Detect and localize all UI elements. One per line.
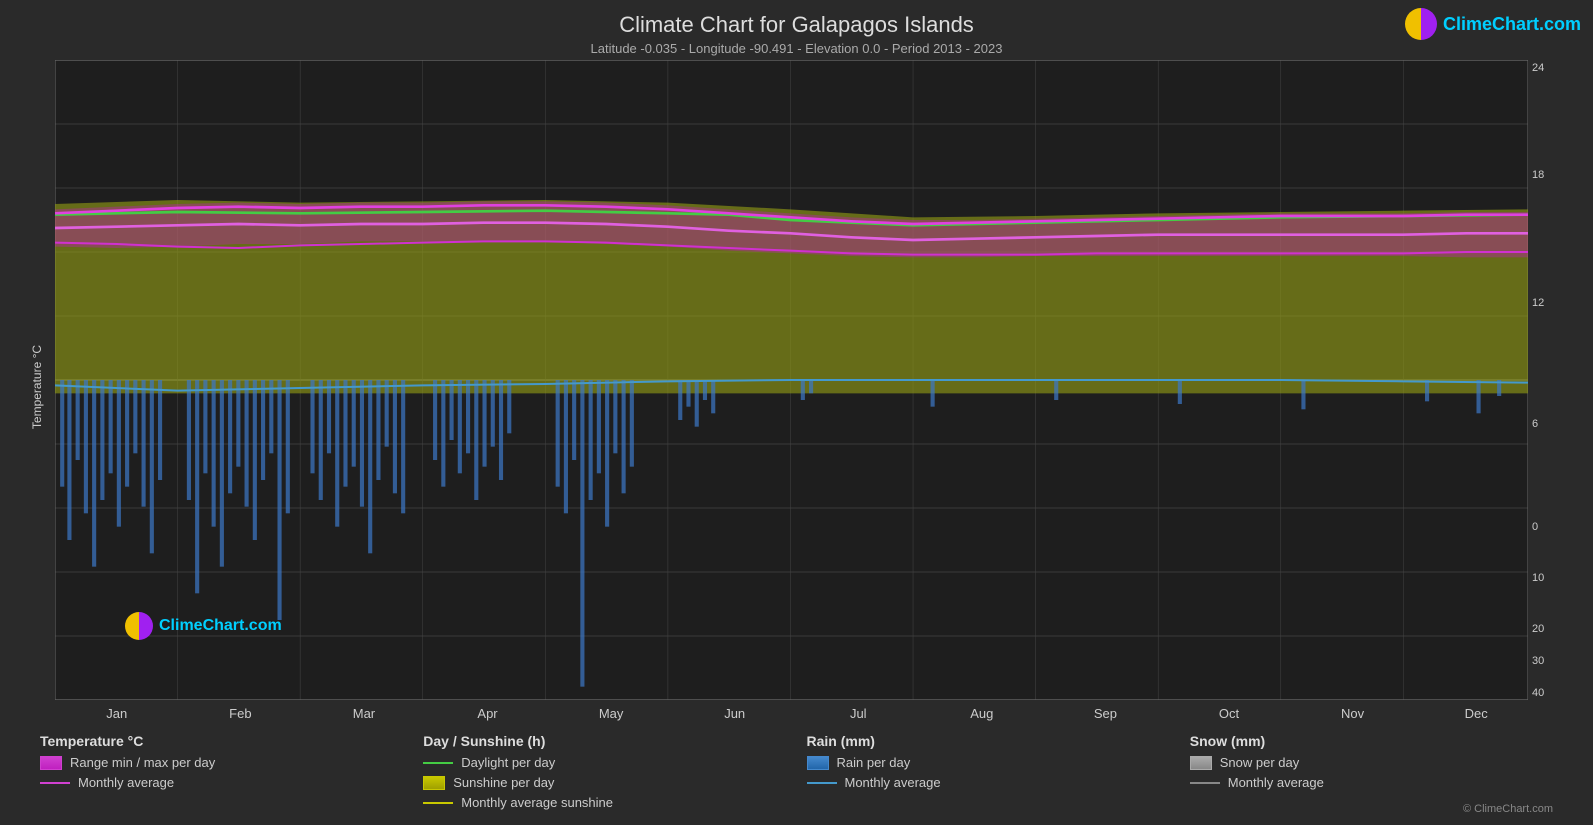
- legend-sunshine: Sunshine per day: [423, 775, 786, 790]
- logo-icon-bottom: [125, 612, 153, 640]
- legend-snow-per-day: Snow per day: [1190, 755, 1553, 770]
- right-tick-24: 24: [1532, 62, 1544, 74]
- month-aug: Aug: [920, 706, 1044, 721]
- legend-snow-title: Snow (mm): [1190, 733, 1553, 749]
- legend-snow-avg-label: Monthly average: [1228, 775, 1324, 790]
- month-oct: Oct: [1167, 706, 1291, 721]
- month-mar: Mar: [302, 706, 426, 721]
- right-tick-10: 10: [1532, 572, 1544, 584]
- legend-sunshine-label: Sunshine per day: [453, 775, 554, 790]
- legend-snow-avg: Monthly average: [1190, 775, 1553, 790]
- legend-rain-col: Rain (mm) Rain per day Monthly average: [807, 733, 1170, 815]
- legend-snow-avg-line: [1190, 782, 1220, 784]
- legend-temp-avg: Monthly average: [40, 775, 403, 790]
- legend-snow-col: Snow (mm) Snow per day Monthly average ©…: [1190, 733, 1553, 815]
- legend-rain-swatch: [807, 756, 829, 770]
- right-tick-40: 40: [1532, 687, 1544, 699]
- x-axis: Jan Feb Mar Apr May Jun Jul Aug Sep Oct …: [0, 700, 1593, 721]
- month-nov: Nov: [1291, 706, 1415, 721]
- legend-rain-avg-line: [807, 782, 837, 784]
- legend-rain-per-day: Rain per day: [807, 755, 1170, 770]
- month-may: May: [549, 706, 673, 721]
- right-tick-18: 18: [1532, 169, 1544, 181]
- legend-rain-avg-label: Monthly average: [845, 775, 941, 790]
- legend-temp-title: Temperature °C: [40, 733, 403, 749]
- legend-daylight-label: Daylight per day: [461, 755, 555, 770]
- legend-temp-range: Range min / max per day: [40, 755, 403, 770]
- month-feb: Feb: [179, 706, 303, 721]
- y-axis-left-label: Temperature °C: [30, 345, 44, 429]
- main-svg: 50 40 30 20 10 0 -10 -20 -30 -40 -50: [55, 60, 1528, 700]
- legend-rain-label: Rain per day: [837, 755, 911, 770]
- chart-subtitle: Latitude -0.035 - Longitude -90.491 - El…: [0, 41, 1593, 56]
- legend-snow-swatch: [1190, 756, 1212, 770]
- month-apr: Apr: [426, 706, 550, 721]
- legend-sunshine-avg-label: Monthly average sunshine: [461, 795, 613, 810]
- legend-rain-avg: Monthly average: [807, 775, 1170, 790]
- legend-temp-range-swatch: [40, 756, 62, 770]
- legend-rain-title: Rain (mm): [807, 733, 1170, 749]
- logo-icon-top: [1405, 8, 1437, 40]
- logo-text-top: ClimeChart.com: [1443, 14, 1581, 35]
- legend-area: Temperature °C Range min / max per day M…: [0, 721, 1593, 825]
- legend-temp-range-label: Range min / max per day: [70, 755, 215, 770]
- right-tick-12: 12: [1532, 297, 1544, 309]
- legend-temp-avg-line: [40, 782, 70, 784]
- logo-text-bottom: ClimeChart.com: [159, 617, 282, 635]
- month-jun: Jun: [673, 706, 797, 721]
- right-tick-0: 0: [1532, 521, 1538, 533]
- right-tick-6: 6: [1532, 418, 1538, 430]
- legend-day-col: Day / Sunshine (h) Daylight per day Suns…: [423, 733, 786, 815]
- month-jul: Jul: [796, 706, 920, 721]
- chart-area: 50 40 30 20 10 0 -10 -20 -30 -40 -50 Cli…: [55, 60, 1528, 700]
- legend-sunshine-avg: Monthly average sunshine: [423, 795, 786, 810]
- month-sep: Sep: [1044, 706, 1168, 721]
- chart-header: Climate Chart for Galapagos Islands Lati…: [0, 0, 1593, 60]
- legend-daylight-line: [423, 762, 453, 764]
- chart-container: Climate Chart for Galapagos Islands Lati…: [0, 0, 1593, 825]
- month-jan: Jan: [55, 706, 179, 721]
- legend-daylight: Daylight per day: [423, 755, 786, 770]
- month-dec: Dec: [1414, 706, 1538, 721]
- legend-snow-label: Snow per day: [1220, 755, 1300, 770]
- legend-sunshine-avg-line: [423, 802, 453, 804]
- logo-top-right: ClimeChart.com: [1405, 8, 1581, 40]
- legend-temp-avg-label: Monthly average: [78, 775, 174, 790]
- legend-day-title: Day / Sunshine (h): [423, 733, 786, 749]
- watermark: © ClimeChart.com: [1463, 803, 1553, 815]
- legend-sunshine-swatch: [423, 776, 445, 790]
- logo-bottom-left: ClimeChart.com: [125, 612, 282, 640]
- right-tick-30: 30: [1532, 655, 1544, 667]
- legend-temp-col: Temperature °C Range min / max per day M…: [40, 733, 403, 815]
- right-tick-20: 20: [1532, 623, 1544, 635]
- chart-title: Climate Chart for Galapagos Islands: [0, 12, 1593, 38]
